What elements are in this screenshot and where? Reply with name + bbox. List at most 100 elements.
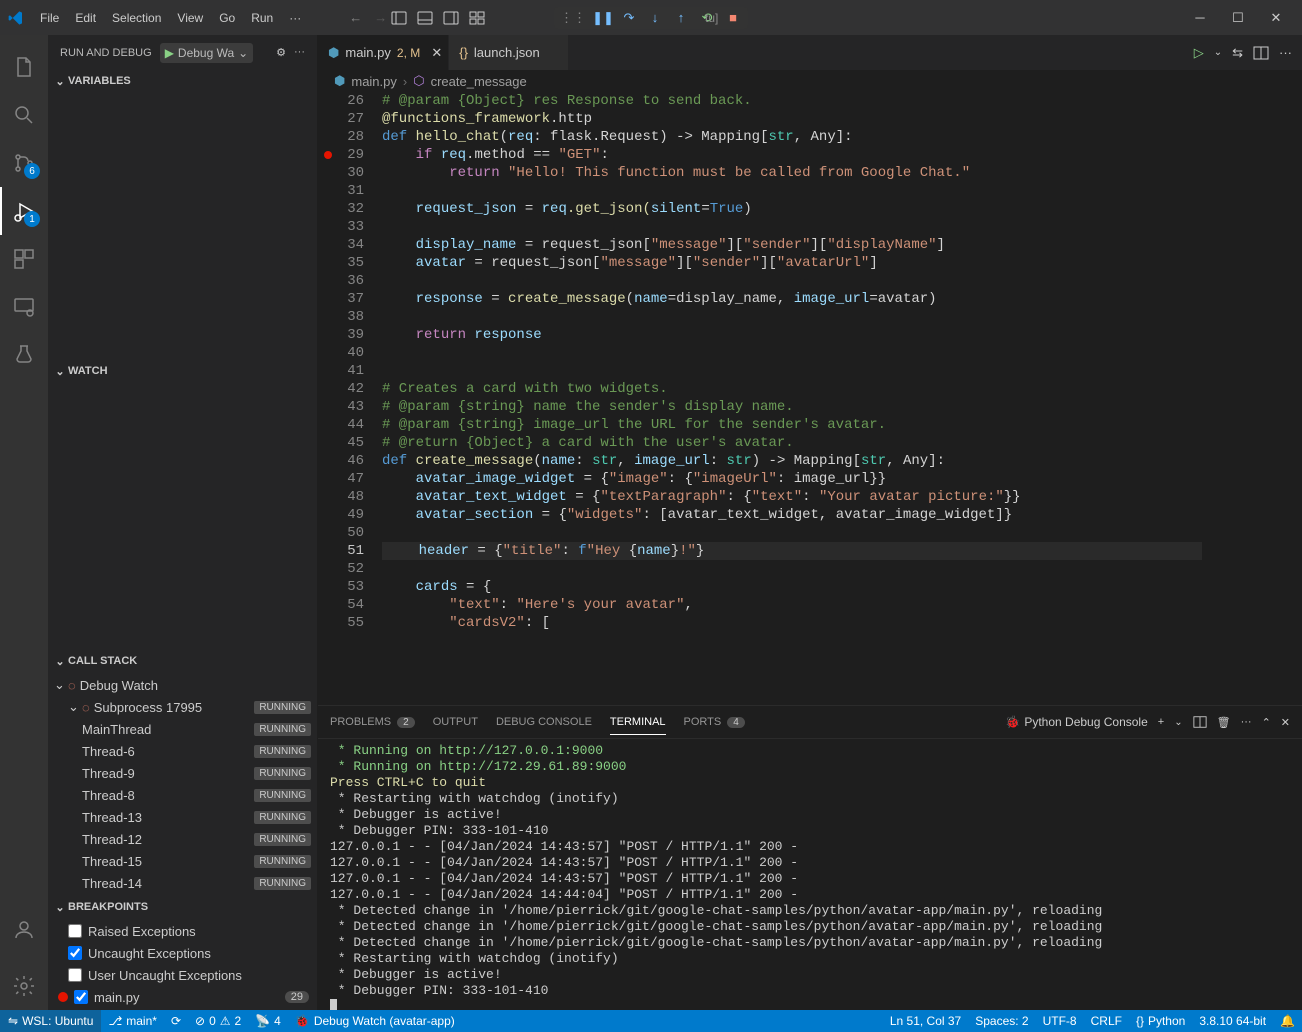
code-editor[interactable]: # @param {Object} res Response to send b… [382, 92, 1202, 705]
sync-icon[interactable]: ⟳ [164, 1010, 188, 1032]
menu-go[interactable]: Go [211, 11, 243, 25]
debug-step-out-icon[interactable]: ↑ [672, 9, 690, 27]
git-branch[interactable]: ⎇main* [101, 1010, 164, 1032]
gear-icon[interactable]: ⚙ [276, 46, 286, 59]
drag-handle-icon[interactable]: ⋮⋮ [560, 10, 586, 26]
source-control-icon[interactable]: 6 [0, 139, 48, 187]
eol[interactable]: CRLF [1084, 1014, 1129, 1028]
menu-file[interactable]: File [32, 11, 67, 25]
kill-terminal-icon[interactable]: 🗑 [1217, 716, 1231, 729]
run-debug-icon[interactable]: 1 [0, 187, 48, 235]
menu-run[interactable]: Run [243, 11, 281, 25]
new-terminal-icon[interactable]: + [1158, 716, 1164, 728]
remote-explorer-icon[interactable] [0, 283, 48, 331]
tab-launch-json[interactable]: {} launch.json [449, 35, 568, 70]
close-icon[interactable]: ✕ [431, 45, 442, 61]
launch-config-selector[interactable]: ▶ Debug Wa ⌄ [160, 43, 254, 63]
panel-tab-problems[interactable]: Problems2 [330, 710, 415, 734]
extensions-icon[interactable] [0, 235, 48, 283]
window-minimize-icon[interactable]: ─ [1182, 4, 1218, 32]
encoding[interactable]: UTF-8 [1036, 1014, 1084, 1028]
callstack-row[interactable]: Thread-12RUNNING [48, 828, 317, 850]
python-interpreter[interactable]: 3.8.10 64-bit [1192, 1014, 1273, 1028]
callstack-row[interactable]: Thread-8RUNNING [48, 784, 317, 806]
layout-panel-left-icon[interactable] [387, 6, 411, 30]
debug-pause-icon[interactable]: ❚❚ [594, 9, 612, 27]
accounts-icon[interactable] [0, 906, 48, 954]
terminal-dropdown-icon[interactable]: ⌄ [1174, 717, 1182, 728]
bp-raised-checkbox[interactable] [68, 924, 82, 938]
ports-status[interactable]: 📡4 [248, 1010, 288, 1032]
breadcrumb[interactable]: ⬢ main.py › ⬡ create_message [318, 70, 1302, 92]
debug-step-over-icon[interactable]: ↷ [620, 9, 638, 27]
breadcrumb-symbol[interactable]: create_message [431, 74, 527, 89]
callstack-row[interactable]: Thread-14RUNNING [48, 872, 317, 894]
explorer-icon[interactable] [0, 43, 48, 91]
notifications-icon[interactable]: 🔔 [1273, 1014, 1302, 1028]
run-file-icon[interactable]: ▷ [1194, 45, 1204, 61]
remote-indicator[interactable]: ⇋WSL: Ubuntu [0, 1010, 101, 1032]
breakpoints-header[interactable]: ⌄BREAKPOINTS [48, 896, 317, 918]
bp-user-uncaught[interactable]: User Uncaught Exceptions [48, 964, 317, 986]
search-icon[interactable] [0, 91, 48, 139]
more-icon[interactable]: ··· [1241, 716, 1252, 728]
cursor-position[interactable]: Ln 51, Col 37 [883, 1014, 968, 1028]
minimap[interactable] [1202, 92, 1302, 705]
panel-tab-ports[interactable]: Ports4 [684, 710, 745, 734]
bp-file[interactable]: main.py29 [48, 986, 317, 1008]
watch-header[interactable]: ⌄WATCH [48, 360, 317, 382]
python-icon: {} [1136, 1014, 1144, 1028]
split-terminal-icon[interactable] [1193, 715, 1207, 729]
line-number-gutter: 2627282930313233343536373839404142434445… [318, 92, 382, 705]
panel-tab-debug-console[interactable]: Debug Console [496, 710, 592, 734]
debug-stop-icon[interactable]: ■ [724, 9, 742, 27]
terminal-profile-selector[interactable]: 🐞Python Debug Console [1005, 715, 1147, 729]
callstack-header[interactable]: ⌄CALL STACK [48, 650, 317, 672]
nav-back-icon[interactable]: ← [349, 10, 362, 25]
split-editor-icon[interactable] [1253, 45, 1269, 61]
layout-panel-right-icon[interactable] [439, 6, 463, 30]
menu-overflow[interactable]: ··· [281, 11, 309, 25]
problems-status[interactable]: ⊘0 ⚠2 [188, 1010, 248, 1032]
callstack-row[interactable]: Thread-6RUNNING [48, 740, 317, 762]
callstack-row[interactable]: ⌄◌Subprocess 17995RUNNING [48, 696, 317, 718]
callstack-row[interactable]: Thread-13RUNNING [48, 806, 317, 828]
settings-icon[interactable] [0, 962, 48, 1010]
nav-forward-icon[interactable]: → [374, 10, 387, 25]
maximize-panel-icon[interactable]: ⌃ [1262, 716, 1271, 729]
window-maximize-icon[interactable]: ☐ [1220, 4, 1256, 32]
callstack-row[interactable]: ⌄◌Debug Watch [48, 674, 317, 696]
panel-tab-output[interactable]: Output [433, 710, 478, 734]
language-mode[interactable]: {}Python [1129, 1014, 1192, 1028]
bp-user-uncaught-checkbox[interactable] [68, 968, 82, 982]
callstack-row[interactable]: Thread-9RUNNING [48, 762, 317, 784]
terminal-output[interactable]: * Running on http://127.0.0.1:9000 * Run… [318, 739, 1302, 1010]
bp-file-checkbox[interactable] [74, 990, 88, 1004]
window-close-icon[interactable]: ✕ [1258, 4, 1294, 32]
tab-status: 2, M [397, 46, 420, 60]
bp-uncaught-checkbox[interactable] [68, 946, 82, 960]
indentation[interactable]: Spaces: 2 [968, 1014, 1035, 1028]
menu-selection[interactable]: Selection [104, 11, 169, 25]
more-icon[interactable]: ··· [294, 46, 305, 59]
testing-icon[interactable] [0, 331, 48, 379]
menu-view[interactable]: View [169, 11, 211, 25]
layout-panel-bottom-icon[interactable] [413, 6, 437, 30]
close-panel-icon[interactable]: ✕ [1281, 716, 1290, 729]
python-file-icon: ⬢ [334, 73, 345, 89]
layout-customize-icon[interactable] [465, 6, 489, 30]
variables-header[interactable]: ⌄VARIABLES [48, 70, 317, 92]
callstack-row[interactable]: Thread-15RUNNING [48, 850, 317, 872]
chevron-down-icon[interactable]: ⌄ [1214, 47, 1222, 58]
bp-uncaught[interactable]: Uncaught Exceptions [48, 942, 317, 964]
menu-edit[interactable]: Edit [67, 11, 104, 25]
bp-raised[interactable]: Raised Exceptions [48, 920, 317, 942]
debug-status[interactable]: 🐞Debug Watch (avatar-app) [288, 1010, 462, 1032]
tab-main-py[interactable]: ⬢ main.py 2, M ✕ [318, 35, 449, 70]
callstack-row[interactable]: MainThreadRUNNING [48, 718, 317, 740]
more-actions-icon[interactable]: ··· [1279, 45, 1292, 60]
diff-icon[interactable]: ⇆ [1232, 45, 1243, 61]
debug-step-into-icon[interactable]: ↓ [646, 9, 664, 27]
panel-tab-terminal[interactable]: Terminal [610, 710, 666, 735]
breadcrumb-file[interactable]: main.py [351, 74, 397, 89]
